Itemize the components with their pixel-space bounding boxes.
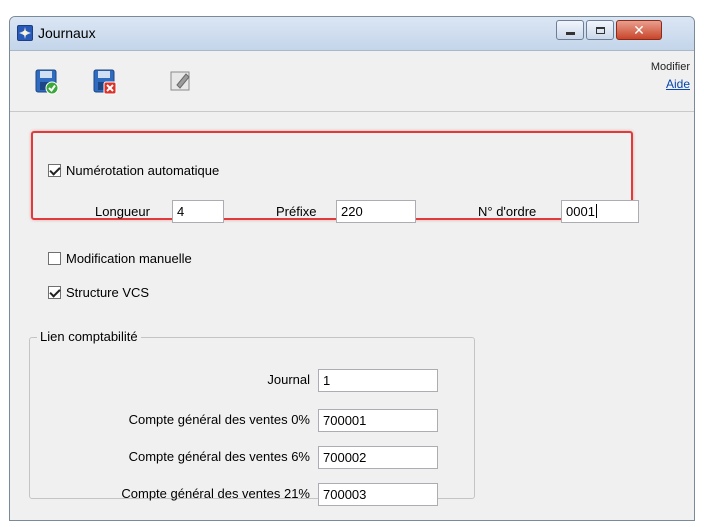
- sales-21-label: Compte général des ventes 21%: [121, 486, 310, 501]
- journal-input[interactable]: 1: [318, 369, 438, 392]
- manual-modification-row[interactable]: Modification manuelle: [48, 251, 192, 266]
- title-bar: Journaux ✕: [10, 17, 694, 51]
- manual-modification-checkbox[interactable]: [48, 252, 61, 265]
- order-number-label: N° d'ordre: [478, 204, 537, 219]
- maximize-button[interactable]: [586, 20, 614, 40]
- modifier-label: Modifier: [650, 61, 690, 73]
- sales-6-label: Compte général des ventes 6%: [128, 449, 310, 464]
- vcs-structure-checkbox[interactable]: [48, 286, 61, 299]
- length-label: Longueur: [95, 204, 150, 219]
- sales-0-input[interactable]: 700001: [318, 409, 438, 432]
- accounting-link-title: Lien comptabilité: [37, 329, 141, 344]
- prefix-label: Préfixe: [276, 204, 317, 219]
- sales-0-label: Compte général des ventes 0%: [128, 412, 310, 427]
- save-confirm-icon[interactable]: [35, 69, 59, 95]
- minimize-button[interactable]: [556, 20, 584, 40]
- edit-icon[interactable]: [169, 69, 193, 93]
- help-link[interactable]: Aide: [666, 77, 690, 91]
- vcs-structure-row[interactable]: Structure VCS: [48, 285, 149, 300]
- order-number-input[interactable]: 0001: [561, 200, 639, 223]
- toolbar: Modifier Aide: [10, 51, 694, 112]
- sales-6-input[interactable]: 700002: [318, 446, 438, 469]
- journal-label: Journal: [267, 372, 310, 387]
- minimize-icon: [565, 31, 575, 35]
- manual-modification-label: Modification manuelle: [66, 251, 192, 266]
- length-input[interactable]: 4: [172, 200, 224, 223]
- auto-numbering-row[interactable]: Numérotation automatique: [48, 163, 219, 178]
- save-cancel-icon[interactable]: [93, 69, 117, 95]
- prefix-input[interactable]: 220: [336, 200, 416, 223]
- app-icon: [17, 25, 33, 41]
- window-title: Journaux: [38, 25, 96, 41]
- order-number-value: 0001: [566, 204, 595, 219]
- auto-numbering-checkbox[interactable]: [48, 164, 61, 177]
- close-icon: ✕: [633, 21, 645, 38]
- maximize-icon: [595, 26, 605, 34]
- text-cursor: [595, 204, 597, 218]
- auto-numbering-label: Numérotation automatique: [66, 163, 220, 178]
- close-button[interactable]: ✕: [616, 20, 662, 40]
- vcs-structure-label: Structure VCS: [66, 285, 150, 300]
- sales-21-input[interactable]: 700003: [318, 483, 438, 506]
